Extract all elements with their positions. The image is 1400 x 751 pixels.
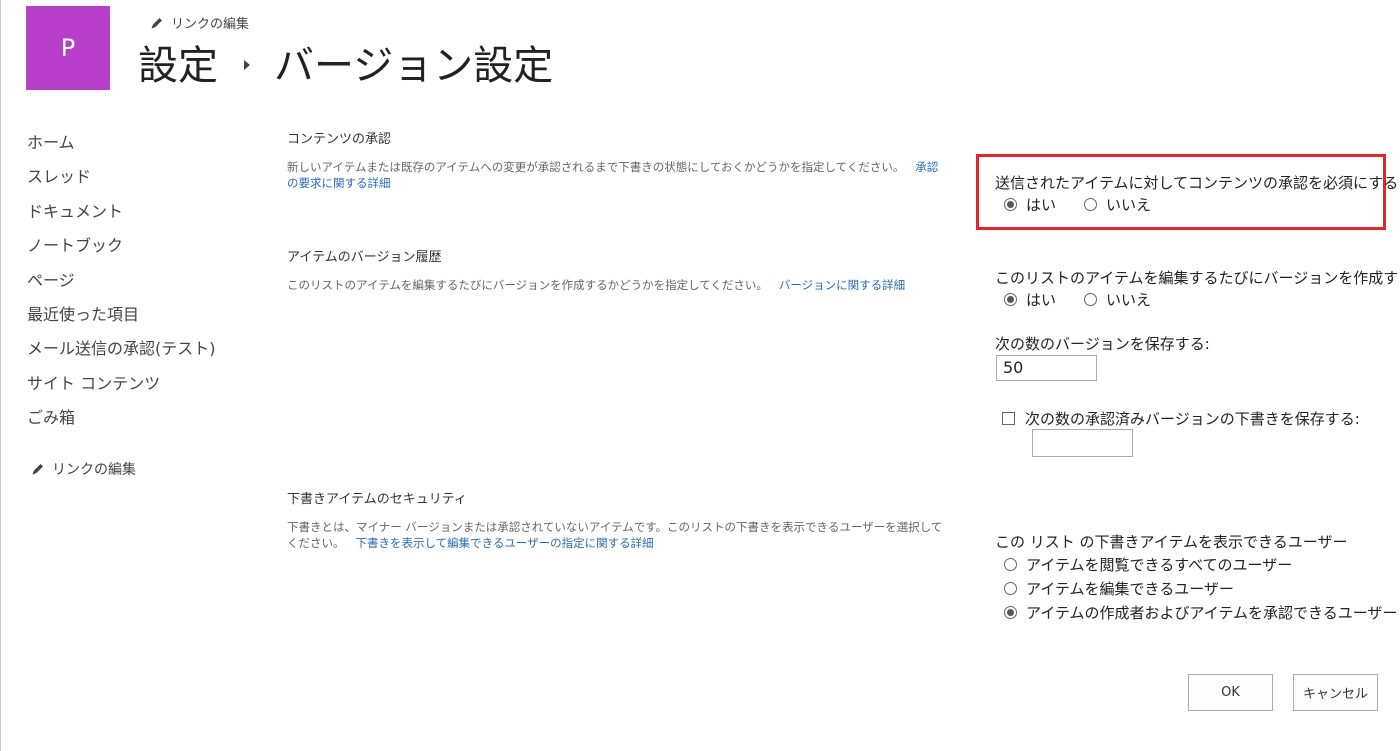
require-approval-no-label: いいえ	[1106, 196, 1152, 214]
page-title: 設定 バージョン設定	[138, 32, 553, 92]
draft-viewers-approvers-radio[interactable]	[1004, 606, 1017, 619]
edit-links-label: リンクの編集	[52, 462, 136, 478]
require-approval-yes-label: はい	[1026, 196, 1057, 214]
nav-item-documents[interactable]: ドキュメント	[27, 197, 257, 231]
draft-security-title: 下書きアイテムのセキュリティ	[287, 492, 467, 507]
ok-button[interactable]: OK	[1188, 674, 1273, 711]
draft-viewers-label: この リスト の下書きアイテムを表示できるユーザー	[995, 533, 1348, 551]
create-version-no-radio[interactable]	[1084, 293, 1098, 306]
pencil-icon	[32, 464, 43, 475]
draft-viewers-option-editors[interactable]: アイテムを編集できるユーザー	[1004, 578, 1234, 599]
content-approval-description: 新しいアイテムまたは既存のアイテムへの変更が承認されるまで下書きの状態にしておく…	[287, 159, 947, 191]
nav-item-mail-approval[interactable]: メール送信の承認(テスト)	[27, 334, 257, 368]
breadcrumb-parent[interactable]: 設定	[138, 33, 218, 91]
draft-viewers-approvers-label: アイテムの作成者およびアイテムを承認できるユーザー	[1026, 604, 1398, 622]
draft-viewers-option-readers[interactable]: アイテムを閲覧できるすべてのユーザー	[1004, 554, 1292, 575]
draft-viewers-editors-label: アイテムを編集できるユーザー	[1026, 580, 1234, 598]
nav-item-recent[interactable]: 最近使った項目	[27, 300, 257, 334]
nav-item-home[interactable]: ホーム	[27, 128, 257, 162]
nav-item-pages[interactable]: ページ	[27, 266, 257, 300]
version-settings-page: P リンクの編集 設定 バージョン設定 ホーム スレッド ドキュメント ノートブ…	[0, 0, 1400, 751]
require-approval-yes[interactable]: はい	[1004, 194, 1056, 215]
keep-drafts-checkbox[interactable]	[1002, 412, 1015, 425]
create-version-no[interactable]: いいえ	[1084, 289, 1151, 310]
keep-versions-label: 次の数のバージョンを保存する:	[995, 335, 1210, 353]
nav-item-recycle-bin[interactable]: ごみ箱	[27, 403, 257, 437]
draft-viewers-editors-radio[interactable]	[1004, 582, 1017, 595]
pencil-icon	[151, 17, 162, 28]
require-approval-options: はい いいえ	[1004, 194, 1151, 215]
nav-item-site-contents[interactable]: サイト コンテンツ	[27, 369, 257, 403]
version-history-desc-text: このリストのアイテムを編集するたびにバージョンを作成するかどうかを指定してくださ…	[287, 278, 768, 292]
version-history-title: アイテムのバージョン履歴	[287, 250, 442, 265]
require-approval-no-radio[interactable]	[1084, 198, 1098, 211]
version-history-description: このリストのアイテムを編集するたびにバージョンを作成するかどうかを指定してくださ…	[287, 277, 947, 293]
content-approval-desc-text: 新しいアイテムまたは既存のアイテムへの変更が承認されるまで下書きの状態にしておく…	[287, 160, 905, 174]
create-version-no-label: いいえ	[1106, 291, 1152, 309]
create-version-yes[interactable]: はい	[1004, 289, 1056, 310]
version-history-learn-more-link[interactable]: バージョンに関する詳細	[779, 278, 905, 292]
breadcrumb-separator-icon	[244, 60, 250, 70]
breadcrumb-current: バージョン設定	[274, 43, 554, 89]
draft-security-learn-more-link[interactable]: 下書きを表示して編集できるユーザーの指定に関する詳細	[355, 536, 653, 550]
create-version-options: はい いいえ	[1004, 289, 1151, 310]
keep-drafts-input[interactable]	[1032, 429, 1133, 457]
create-version-label: このリストのアイテムを編集するたびにバージョンを作成する	[995, 269, 1400, 287]
create-version-yes-label: はい	[1026, 291, 1057, 309]
create-version-yes-radio[interactable]	[1004, 293, 1017, 306]
left-nav: ホーム スレッド ドキュメント ノートブック ページ 最近使った項目 メール送信…	[27, 128, 257, 438]
require-approval-yes-radio[interactable]	[1004, 198, 1017, 211]
left-border	[0, 0, 1, 751]
keep-drafts-label: 次の数の承認済みバージョンの下書きを保存する:	[1025, 410, 1360, 428]
nav-item-threads[interactable]: スレッド	[27, 162, 257, 196]
cancel-button[interactable]: キャンセル	[1293, 674, 1378, 711]
require-approval-label: 送信されたアイテムに対してコンテンツの承認を必須にする	[995, 174, 1399, 192]
keep-drafts-row: 次の数の承認済みバージョンの下書きを保存する:	[1002, 408, 1360, 429]
edit-links-top[interactable]: リンクの編集	[150, 13, 249, 32]
site-logo[interactable]: P	[26, 6, 110, 90]
draft-viewers-readers-radio[interactable]	[1004, 558, 1017, 571]
draft-viewers-option-approvers[interactable]: アイテムの作成者およびアイテムを承認できるユーザー	[1004, 602, 1397, 623]
edit-links-label: リンクの編集	[171, 17, 250, 32]
require-approval-no[interactable]: いいえ	[1084, 194, 1151, 215]
keep-versions-input[interactable]: 50	[996, 355, 1097, 381]
site-logo-letter: P	[60, 34, 76, 62]
edit-links-nav[interactable]: リンクの編集	[31, 459, 136, 479]
draft-security-description: 下書きとは、マイナー バージョンまたは承認されていないアイテムです。このリストの…	[287, 519, 947, 551]
draft-viewers-readers-label: アイテムを閲覧できるすべてのユーザー	[1026, 556, 1293, 574]
nav-item-notebook[interactable]: ノートブック	[27, 231, 257, 265]
content-approval-title: コンテンツの承認	[287, 132, 392, 147]
